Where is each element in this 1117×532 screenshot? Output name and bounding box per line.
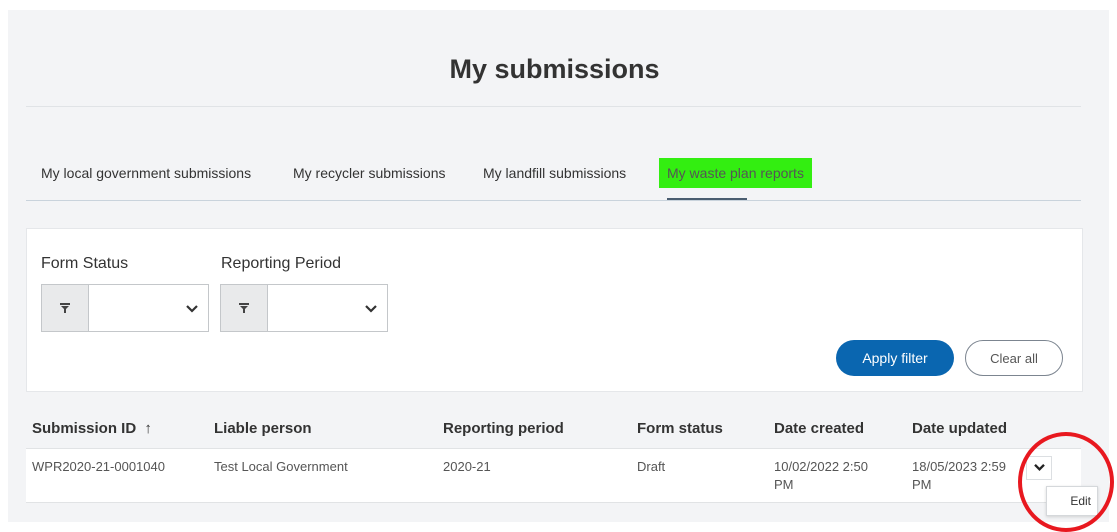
form-status-label: Form Status bbox=[41, 255, 129, 272]
column-header-date-updated[interactable]: Date updated bbox=[912, 420, 1007, 437]
cell-submission-id: WPR2020-21-0001040 bbox=[32, 459, 165, 474]
active-tab-indicator bbox=[667, 198, 747, 200]
date-created-line-2: PM bbox=[774, 477, 794, 492]
cell-reporting-period: 2020-21 bbox=[443, 459, 491, 474]
date-updated-line-1: 18/05/2023 2:59 bbox=[912, 459, 1006, 474]
reporting-period-select[interactable] bbox=[220, 284, 388, 332]
column-header-submission-id[interactable]: Submission ID ↑ bbox=[32, 420, 152, 437]
sort-ascending-icon: ↑ bbox=[144, 420, 152, 437]
tab-local-government-submissions[interactable]: My local government submissions bbox=[41, 158, 251, 188]
date-updated-line-2: PM bbox=[912, 477, 932, 492]
clear-all-button[interactable]: Clear all bbox=[965, 340, 1063, 376]
form-status-select[interactable] bbox=[41, 284, 209, 332]
page-title: My submissions bbox=[449, 54, 660, 84]
title-divider bbox=[26, 106, 1081, 107]
submission-tabs: My local government submissions My recyc… bbox=[26, 158, 1081, 201]
cell-date-updated: 18/05/2023 2:59 PM bbox=[912, 458, 1006, 494]
column-header-label: Submission ID bbox=[32, 420, 137, 437]
filter-panel: Form Status Reporting Period Apply filte… bbox=[26, 228, 1083, 392]
apply-filter-button[interactable]: Apply filter bbox=[836, 340, 954, 376]
date-created-line-1: 10/02/2022 2:50 bbox=[774, 459, 868, 474]
column-header-reporting-period[interactable]: Reporting period bbox=[443, 420, 564, 437]
filter-icon bbox=[42, 285, 89, 331]
column-header-liable-person[interactable]: Liable person bbox=[214, 420, 312, 437]
tab-waste-plan-reports[interactable]: My waste plan reports bbox=[659, 158, 812, 188]
chevron-down-icon bbox=[186, 301, 198, 319]
filter-icon bbox=[221, 285, 268, 331]
cell-date-created: 10/02/2022 2:50 PM bbox=[774, 458, 868, 494]
cell-liable-person: Test Local Government bbox=[214, 459, 348, 474]
red-circle-annotation bbox=[1018, 432, 1114, 532]
tab-landfill-submissions[interactable]: My landfill submissions bbox=[483, 158, 626, 188]
column-header-form-status[interactable]: Form status bbox=[637, 420, 723, 437]
reporting-period-label: Reporting Period bbox=[221, 255, 342, 272]
chevron-down-icon bbox=[365, 301, 377, 319]
column-header-date-created[interactable]: Date created bbox=[774, 420, 864, 437]
cell-form-status: Draft bbox=[637, 459, 666, 474]
tab-recycler-submissions[interactable]: My recycler submissions bbox=[293, 158, 445, 188]
